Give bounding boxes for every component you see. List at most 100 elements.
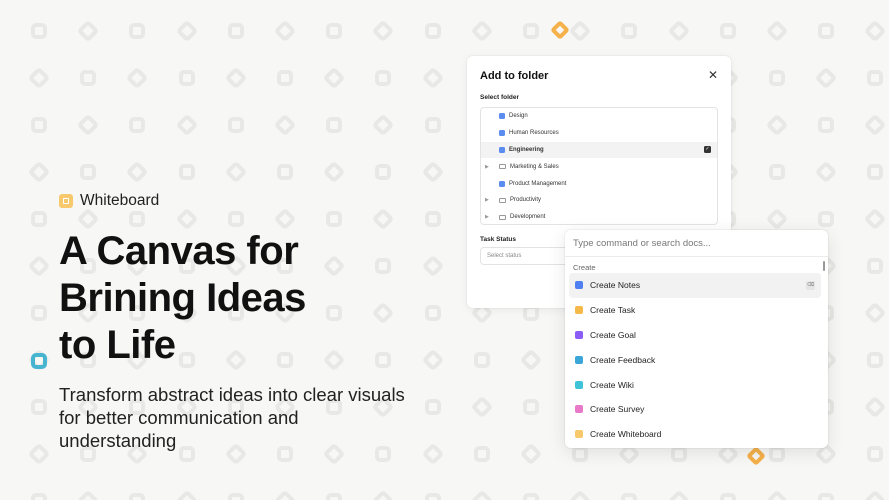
command-search-input[interactable]: Type command or search docs... <box>565 230 828 257</box>
command-item[interactable]: Create Notes ⌫ <box>569 273 821 298</box>
close-icon[interactable]: ✕ <box>708 68 718 82</box>
pattern-shape <box>322 66 346 90</box>
pattern-shape <box>76 19 100 43</box>
pattern-shape <box>178 70 195 86</box>
pattern-shape <box>719 23 736 39</box>
pattern-shape <box>326 117 343 133</box>
pattern-shape <box>864 19 887 43</box>
shortcut-key: ⌫ <box>806 280 815 290</box>
command-item[interactable]: Create Whiteboard <box>569 422 821 447</box>
folder-row[interactable]: ▶ Productivity <box>481 192 717 209</box>
pattern-shape <box>523 493 539 500</box>
pattern-shape <box>867 352 884 368</box>
pattern-shape <box>867 446 884 462</box>
pattern-shape <box>470 395 494 419</box>
pattern-shape <box>667 489 690 500</box>
pattern-shape <box>372 113 395 137</box>
checkbox-checked-icon[interactable]: ✓ <box>704 146 711 154</box>
hero-subtitle: Transform abstract ideas into clear visu… <box>59 384 405 451</box>
pattern-shape <box>31 399 47 415</box>
folder-filled-icon <box>499 113 505 120</box>
folder-outline-icon <box>499 214 506 220</box>
folder-row[interactable]: Design <box>481 108 717 125</box>
tag-label: Whiteboard <box>80 192 160 209</box>
pattern-shape <box>31 23 47 39</box>
folder-label: Marketing & Sales <box>510 163 559 170</box>
pattern-shape <box>864 489 887 500</box>
folder-row[interactable]: Human Resources <box>481 125 717 142</box>
folder-row[interactable]: ▶ Marketing & Sales <box>481 158 717 175</box>
pattern-shape <box>769 446 785 462</box>
pattern-shape <box>126 160 149 184</box>
pattern-shape <box>129 117 146 133</box>
pattern-shape <box>523 23 539 39</box>
command-item[interactable]: Create Wiki <box>569 372 821 397</box>
pattern-shape <box>424 117 441 133</box>
scrollbar[interactable] <box>822 261 825 271</box>
folder-row[interactable]: Product Management <box>481 175 717 192</box>
folder-label: Product Management <box>509 180 567 187</box>
folder-label: Development <box>510 214 546 221</box>
folder-label: Human Resources <box>509 130 559 137</box>
pattern-shape <box>27 66 51 90</box>
pattern-shape <box>769 70 785 86</box>
pattern-shape <box>470 489 494 500</box>
pattern-shape <box>864 207 887 231</box>
pattern-shape <box>129 493 146 500</box>
command-item[interactable]: Create Survey <box>569 397 821 422</box>
pattern-shape <box>80 70 97 86</box>
pattern-shape <box>818 493 835 500</box>
pattern-shape <box>31 211 47 227</box>
pattern-shape <box>273 19 297 43</box>
chevron-right-icon[interactable]: ▶ <box>485 197 493 203</box>
command-item[interactable]: Create Goal <box>569 323 821 348</box>
command-label: Create Goal <box>590 329 636 340</box>
command-icon <box>575 355 583 364</box>
cyan-square-decoration <box>31 353 47 369</box>
folder-label: Engineering <box>509 146 544 153</box>
pattern-shape <box>375 164 392 180</box>
folder-row[interactable]: ▶ Development <box>481 209 717 224</box>
command-icon <box>575 380 583 389</box>
command-item[interactable]: Create Feedback <box>569 347 821 372</box>
pattern-shape <box>621 23 638 39</box>
task-status-label: Task Status <box>480 236 517 243</box>
hero-title: A Canvas for Brining Ideas to Life <box>59 229 306 367</box>
pattern-shape <box>621 493 638 500</box>
command-icon <box>575 430 583 439</box>
folder-filled-icon <box>499 130 505 137</box>
pattern-shape <box>424 23 441 39</box>
pattern-shape <box>864 395 887 419</box>
pattern-shape <box>765 207 789 231</box>
folder-outline-icon <box>499 164 506 170</box>
command-label: Create Task <box>590 305 636 316</box>
create-section-label: Create <box>573 263 596 272</box>
pattern-shape <box>27 442 51 466</box>
pattern-shape <box>473 446 490 462</box>
command-icon <box>575 281 583 290</box>
hero-section: Whiteboard A Canvas for Brining Ideas to… <box>59 192 439 452</box>
pattern-shape <box>31 305 47 321</box>
chevron-right-icon[interactable]: ▶ <box>485 164 493 170</box>
pattern-shape <box>421 66 444 90</box>
folder-list: Design Human Resources Engineering ✓ ▶ Market… <box>480 107 718 225</box>
command-label: Create Wiki <box>590 379 634 390</box>
pattern-shape <box>277 70 293 86</box>
pattern-shape <box>470 19 494 43</box>
command-list: Create Notes ⌫ Create Task Create Goal Creat… <box>565 273 828 447</box>
pattern-shape <box>31 117 47 133</box>
chevron-right-icon[interactable]: ▶ <box>485 214 493 220</box>
pattern-shape <box>867 164 884 180</box>
pattern-shape <box>273 489 297 500</box>
pattern-shape <box>864 113 887 137</box>
pattern-shape <box>769 164 785 180</box>
command-item[interactable]: Create Task <box>569 298 821 323</box>
folder-row[interactable]: Engineering ✓ <box>481 141 717 159</box>
pattern-shape <box>867 70 884 86</box>
pattern-shape <box>372 19 395 43</box>
pattern-shape <box>80 164 97 180</box>
pattern-shape <box>175 489 198 500</box>
select-folder-label: Select folder <box>480 94 520 101</box>
pattern-shape <box>818 117 835 133</box>
pattern-shape <box>76 489 100 500</box>
